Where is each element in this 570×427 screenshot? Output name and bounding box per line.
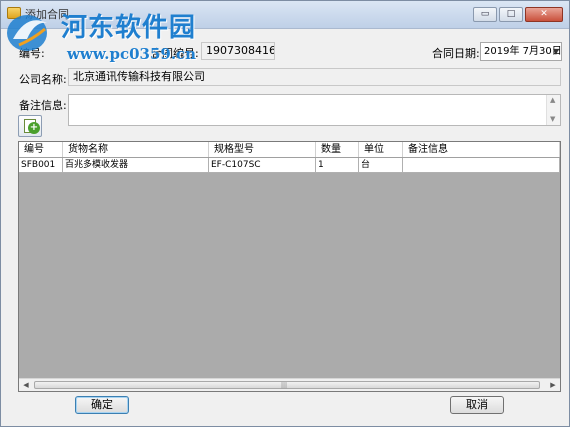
- horizontal-scrollbar[interactable]: ◀ ||| ▶: [19, 378, 560, 391]
- contract-date-value: 2019年 7月30日: [484, 46, 562, 57]
- close-button[interactable]: ✕: [525, 7, 563, 22]
- column-header[interactable]: 货物名称: [63, 142, 209, 157]
- column-header[interactable]: 单位: [359, 142, 403, 157]
- items-grid[interactable]: 编号 货物名称 规格型号 数量 单位 备注信息 SFB001 百兆多模收发器 E…: [18, 141, 561, 392]
- column-header[interactable]: 规格型号: [209, 142, 316, 157]
- window-title: 添加合同: [25, 8, 69, 21]
- column-header[interactable]: 数量: [316, 142, 359, 157]
- memo-scrollbar[interactable]: ▲ ▼: [546, 95, 560, 125]
- cell-note[interactable]: [403, 158, 560, 173]
- company-label: 公司名称:: [19, 73, 67, 86]
- table-row[interactable]: SFB001 百兆多模收发器 EF-C107SC 1 台: [19, 158, 560, 173]
- app-icon: [7, 7, 21, 19]
- memo-label: 备注信息:: [19, 99, 67, 112]
- cell-unit[interactable]: 台: [359, 158, 403, 173]
- cell-qty[interactable]: 1: [316, 158, 359, 173]
- cell-name[interactable]: 百兆多模收发器: [63, 158, 209, 173]
- contract-id-field[interactable]: 1907308416: [201, 42, 275, 60]
- title-bar: 添加合同 ▭ □ ✕: [1, 1, 569, 29]
- cancel-button[interactable]: 取消: [450, 396, 504, 414]
- chevron-down-icon[interactable]: ▼: [553, 43, 559, 60]
- contract-date-label: 合同日期:: [432, 47, 480, 60]
- window-controls: ▭ □ ✕: [473, 7, 563, 22]
- column-header[interactable]: 备注信息: [403, 142, 560, 157]
- grip-icon: |||: [281, 382, 288, 389]
- confirm-button[interactable]: 确定: [75, 396, 129, 414]
- scroll-right-icon[interactable]: ▶: [546, 379, 560, 391]
- grid-header: 编号 货物名称 规格型号 数量 单位 备注信息: [19, 142, 560, 158]
- cell-id[interactable]: SFB001: [19, 158, 63, 173]
- add-contract-window: 添加合同 ▭ □ ✕ 编号: 合同编号: 1907308416 合同日期: 20…: [0, 0, 570, 427]
- scroll-up-icon[interactable]: ▲: [550, 96, 555, 104]
- column-header[interactable]: 编号: [19, 142, 63, 157]
- contract-date-picker[interactable]: 2019年 7月30日 ▼: [480, 42, 562, 61]
- add-item-button[interactable]: +: [18, 115, 42, 137]
- minimize-button[interactable]: ▭: [473, 7, 497, 22]
- scroll-left-icon[interactable]: ◀: [19, 379, 33, 391]
- customer-id-label: 编号:: [19, 47, 45, 60]
- scrollbar-thumb[interactable]: |||: [34, 381, 540, 389]
- memo-textarea[interactable]: ▲ ▼: [68, 94, 561, 126]
- contract-id-label: 合同编号:: [151, 47, 199, 60]
- add-item-icon: +: [28, 122, 40, 134]
- scroll-down-icon[interactable]: ▼: [550, 115, 555, 123]
- cell-model[interactable]: EF-C107SC: [209, 158, 316, 173]
- company-field[interactable]: 北京通讯传输科技有限公司: [68, 68, 561, 86]
- maximize-button[interactable]: □: [499, 7, 523, 22]
